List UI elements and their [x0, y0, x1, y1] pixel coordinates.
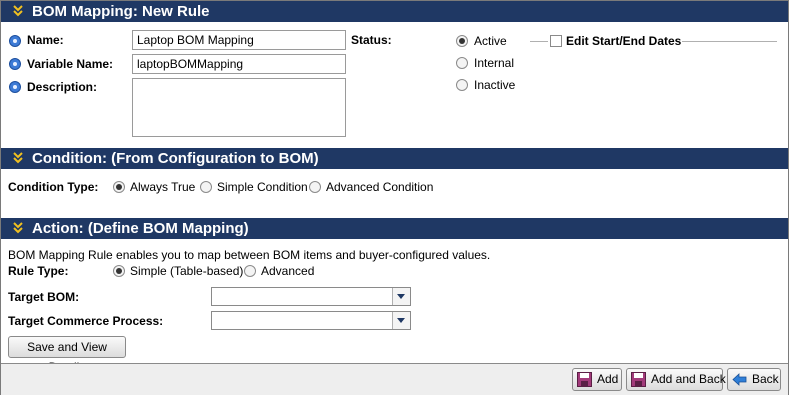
divider-line [530, 41, 548, 42]
name-input[interactable] [132, 30, 346, 50]
add-button[interactable]: Add [572, 368, 622, 391]
footer-bar: Add Add and Back Back [1, 363, 788, 395]
save-and-view-details-button[interactable]: Save and View Details [8, 336, 126, 374]
status-option-label: Inactive [474, 78, 516, 92]
status-option-label: Active [474, 34, 507, 48]
divider-line [682, 41, 777, 42]
target-bom-label: Target BOM: [8, 290, 80, 304]
save-icon [631, 372, 646, 387]
edit-dates-checkbox[interactable] [550, 35, 562, 47]
name-label: Name: [27, 33, 64, 47]
status-internal-radio[interactable] [456, 57, 468, 69]
back-button-label: Back [752, 372, 779, 386]
condition-type-label: Condition Type: [8, 180, 99, 194]
back-arrow-icon [732, 373, 747, 386]
collapse-chevron-icon[interactable] [12, 148, 24, 169]
dropdown-arrow-icon[interactable] [392, 288, 410, 305]
section-title: Action: (Define BOM Mapping) [32, 220, 249, 237]
condition-option-label: Simple Condition [217, 180, 308, 194]
variable-name-input[interactable] [132, 54, 346, 74]
add-button-label: Add [597, 372, 619, 386]
section-header-condition[interactable]: Condition: (From Configuration to BOM) [1, 148, 788, 169]
description-textarea[interactable] [132, 78, 346, 137]
rule-type-label: Rule Type: [8, 264, 69, 278]
help-icon[interactable] [9, 35, 21, 47]
rule-type-option-label: Advanced [261, 264, 315, 278]
section-title: Condition: (From Configuration to BOM) [32, 150, 319, 167]
status-inactive-radio[interactable] [456, 79, 468, 91]
target-bom-select[interactable] [211, 287, 411, 306]
info-text: BOM Mapping Rule enables you to map betw… [8, 248, 491, 262]
target-process-label: Target Commerce Process: [8, 314, 164, 328]
status-label: Status: [351, 33, 392, 47]
add-and-back-button[interactable]: Add and Back [626, 368, 726, 391]
variable-name-label: Variable Name: [27, 57, 114, 71]
collapse-chevron-icon[interactable] [12, 218, 24, 239]
save-icon [577, 372, 592, 387]
condition-simple-radio[interactable] [200, 181, 212, 193]
condition-option-label: Advanced Condition [326, 180, 434, 194]
edit-dates-label: Edit Start/End Dates [566, 34, 682, 48]
rule-type-simple-radio[interactable] [113, 265, 125, 277]
condition-option-label: Always True [130, 180, 196, 194]
status-active-radio[interactable] [456, 35, 468, 47]
collapse-chevron-icon[interactable] [12, 1, 24, 22]
condition-advanced-radio[interactable] [309, 181, 321, 193]
target-process-select[interactable] [211, 311, 411, 330]
rule-type-option-label: Simple (Table-based) [130, 264, 244, 278]
dropdown-arrow-icon[interactable] [392, 312, 410, 329]
section-header-action[interactable]: Action: (Define BOM Mapping) [1, 218, 788, 239]
help-icon[interactable] [9, 58, 21, 70]
description-label: Description: [27, 80, 98, 94]
rule-type-advanced-radio[interactable] [244, 265, 256, 277]
help-icon[interactable] [9, 81, 21, 93]
status-option-label: Internal [474, 56, 515, 70]
section-title: BOM Mapping: New Rule [32, 3, 210, 20]
back-button[interactable]: Back [727, 368, 781, 391]
condition-always-true-radio[interactable] [113, 181, 125, 193]
add-and-back-button-label: Add and Back [651, 372, 726, 386]
section-header-rule[interactable]: BOM Mapping: New Rule [1, 1, 788, 22]
